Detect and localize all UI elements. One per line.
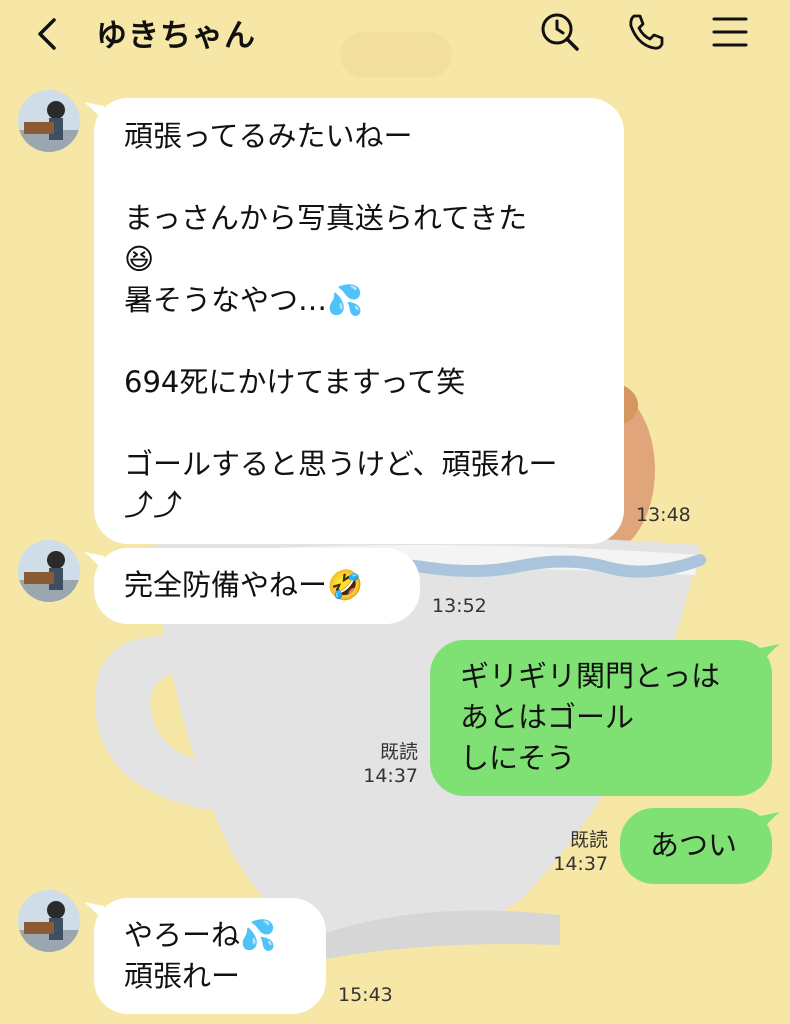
message-bubble[interactable]: ギリギリ関門とっは あとはゴール しにそう <box>430 640 772 796</box>
avatar[interactable] <box>18 890 80 952</box>
message-time: 14:37 <box>363 765 418 787</box>
message-time: 15:43 <box>338 984 393 1006</box>
phone-icon[interactable] <box>624 10 668 54</box>
read-receipt: 既読 <box>569 829 608 851</box>
message-bubble[interactable]: やろーね💦 頑張れー <box>94 898 326 1014</box>
chevron-left-icon[interactable] <box>28 14 68 54</box>
search-clock-icon[interactable] <box>538 10 582 54</box>
message-bubble[interactable]: 頑張ってるみたいねー まっさんから写真送られてきた 😆 暑そうなやつ…💦 694… <box>94 98 624 544</box>
message-time: 13:48 <box>636 504 691 526</box>
message-time: 14:37 <box>553 853 608 875</box>
chat-title: ゆきちゃん <box>96 18 256 54</box>
message-bubble[interactable]: あつい <box>620 808 772 884</box>
avatar[interactable] <box>18 540 80 602</box>
message-time: 13:52 <box>432 595 487 617</box>
read-receipt: 既読 <box>379 741 418 763</box>
avatar[interactable] <box>18 90 80 152</box>
bubble-tail <box>760 812 780 832</box>
chat-header: ゆきちゃん <box>0 0 790 68</box>
message-bubble[interactable]: 完全防備やねー🤣 <box>94 548 420 624</box>
hamburger-menu-icon[interactable] <box>708 10 752 54</box>
bubble-tail <box>760 644 780 664</box>
